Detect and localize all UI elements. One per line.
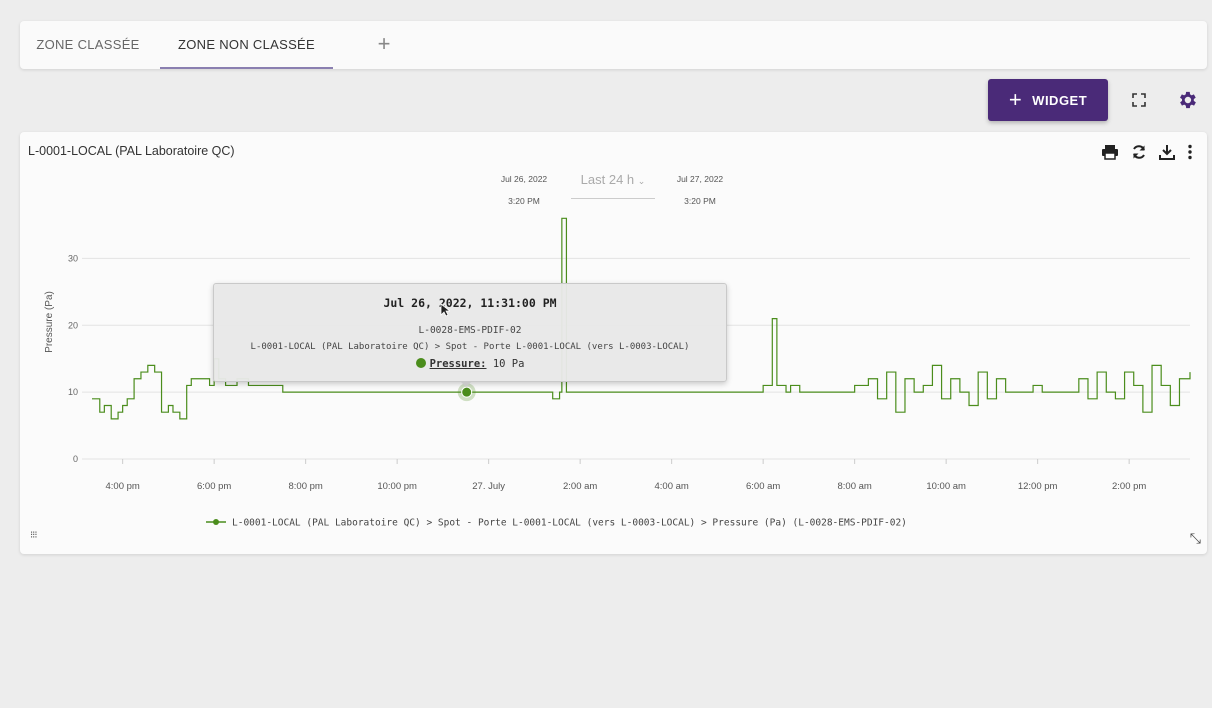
resize-icon[interactable]: ⤡: [1190, 530, 1201, 547]
tooltip-path: L-0001-LOCAL (PAL Laboratoire QC) > Spot…: [250, 342, 690, 352]
add-widget-button[interactable]: + WIDGET: [988, 79, 1108, 121]
download-icon[interactable]: [1159, 144, 1175, 165]
print-icon[interactable]: [1101, 144, 1119, 165]
fullscreen-icon[interactable]: [1131, 92, 1147, 108]
range-to-time: 3:20 PM: [684, 196, 716, 206]
plus-icon: +: [1008, 87, 1023, 112]
tab-zone-classee[interactable]: ZONE CLASSÉE: [34, 21, 142, 69]
series-dot-icon: [415, 358, 426, 368]
range-to: Jul 27, 2022 3:20 PM: [660, 168, 740, 212]
tooltip-label: Pressure:: [429, 358, 487, 370]
time-range-select[interactable]: Last 24 h ⌄: [571, 172, 655, 199]
range-from: Jul 26, 2022 3:20 PM: [484, 168, 564, 212]
more-vert-icon[interactable]: [1187, 144, 1193, 165]
tooltip-arrow: [460, 381, 472, 387]
tooltip-device: L-0028-EMS-PDIF-02: [418, 325, 522, 336]
gear-icon[interactable]: [1176, 89, 1198, 111]
widget-title: L-0001-LOCAL (PAL Laboratoire QC): [28, 144, 235, 158]
tooltip-date: Jul 26, 2022, 11:31:00 PM: [383, 296, 557, 310]
drag-handle-icon[interactable]: ⁝⁝⁝: [30, 530, 37, 541]
tooltip-value: Pressure: 10 Pa: [214, 358, 726, 370]
tooltip-reading: 10 Pa: [492, 358, 525, 370]
chart-tooltip: Jul 26, 2022, 11:31:00 PM L-0028-EMS-PDI…: [213, 283, 727, 387]
refresh-icon[interactable]: [1131, 144, 1147, 165]
tab-zone-non-classee[interactable]: ZONE NON CLASSÉE: [160, 21, 333, 69]
widget-actions: [1101, 144, 1193, 165]
range-from-time: 3:20 PM: [508, 196, 540, 206]
range-from-date: Jul 26, 2022: [500, 174, 548, 184]
plus-icon[interactable]: +: [372, 21, 396, 69]
time-range-value: Last 24 h: [580, 172, 635, 187]
chevron-down-icon: ⌄: [637, 176, 646, 186]
mouse-cursor-icon: [440, 303, 450, 317]
range-to-date: Jul 27, 2022: [676, 174, 724, 184]
widget-button-label: WIDGET: [1032, 92, 1088, 108]
tabs-bar: ZONE CLASSÉE ZONE NON CLASSÉE +: [20, 21, 1207, 69]
